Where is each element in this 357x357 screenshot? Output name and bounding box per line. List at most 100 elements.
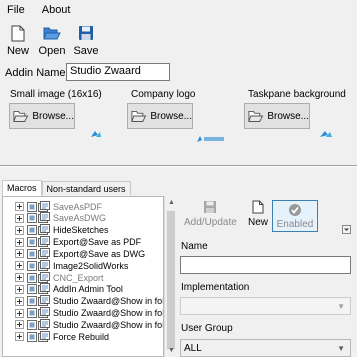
macro-label: Export@Save as DWG [53, 248, 146, 259]
expand-icon[interactable] [15, 213, 24, 223]
menu-about[interactable]: About [42, 4, 71, 16]
expand-icon[interactable] [15, 261, 24, 271]
macro-icon [38, 200, 50, 213]
list-item[interactable]: HideSketches [3, 224, 163, 236]
small-image-browse-button[interactable]: Browse... [9, 103, 75, 129]
tab-strip: Macros Non-standard users [2, 180, 131, 196]
enabled-toggle-button[interactable]: Enabled [272, 200, 318, 232]
implementation-label: Implementation [181, 282, 250, 293]
expand-icon[interactable] [15, 249, 24, 259]
folder-open-icon [43, 24, 61, 42]
implementation-select[interactable]: ▼ [180, 297, 351, 315]
checkbox-icon[interactable] [27, 225, 37, 236]
addin-name-label: Addin Name [5, 67, 66, 79]
macro-icon [38, 295, 50, 307]
list-item[interactable]: Studio Zwaard@Show in fold [3, 307, 163, 319]
checkbox-icon[interactable] [27, 319, 37, 330]
save-disk-icon [77, 24, 95, 42]
macro-label: Studio Zwaard@Show in fold [53, 296, 164, 307]
save-disk-icon [204, 201, 217, 213]
macro-icon [38, 283, 50, 295]
taskpane-background-browse-button[interactable]: Browse... [244, 103, 310, 129]
small-image-preview-icon [91, 131, 101, 137]
expand-icon[interactable] [15, 308, 24, 318]
scroll-up-arrow-icon[interactable]: ▲ [165, 196, 178, 209]
list-item[interactable]: Force Rebuild [3, 330, 163, 343]
add-update-button[interactable]: Add/Update [184, 200, 237, 228]
checkbox-icon[interactable] [27, 213, 37, 224]
tree-scrollbar[interactable]: ▲ ▼ [164, 196, 177, 357]
list-item[interactable]: Image2SolidWorks [3, 259, 163, 271]
expand-icon[interactable] [15, 273, 24, 283]
macro-label: SaveAsPDF [53, 201, 103, 212]
new-button[interactable]: New [2, 22, 34, 58]
macro-label: HideSketches [53, 225, 109, 236]
browse-folder-icon [13, 111, 29, 122]
checkbox-icon[interactable] [27, 331, 37, 342]
checkbox-icon[interactable] [27, 308, 37, 319]
chevron-down-icon: ▼ [337, 302, 345, 311]
company-logo-browse-button[interactable]: Browse... [127, 103, 193, 129]
open-button[interactable]: Open [36, 22, 68, 58]
menu-bar: File About [0, 0, 357, 20]
user-group-label: User Group [181, 323, 233, 334]
expand-icon[interactable] [15, 332, 24, 342]
expand-icon[interactable] [15, 237, 24, 247]
macro-label: Studio Zwaard@Show in fold [53, 319, 164, 330]
checkbox-icon[interactable] [27, 272, 37, 283]
dropdown-menu-icon[interactable] [342, 225, 351, 234]
list-item[interactable]: Studio Zwaard@Show in fold [3, 318, 164, 330]
user-group-select[interactable]: ALL ▼ [180, 339, 351, 357]
expand-icon[interactable] [15, 202, 24, 211]
macro-icon [38, 247, 50, 260]
expand-icon[interactable] [15, 320, 24, 330]
enabled-label: Enabled [276, 219, 314, 230]
check-circle-icon [289, 204, 301, 216]
new-document-icon [9, 24, 27, 42]
list-item[interactable]: SaveAsPDF [3, 200, 163, 213]
main-toolbar: New Open Save [0, 22, 102, 58]
list-item[interactable]: CNC_Export [3, 271, 163, 283]
section-divider [0, 165, 357, 167]
scroll-thumb[interactable] [167, 211, 175, 349]
open-button-label: Open [38, 45, 66, 57]
list-item[interactable]: AddIn Admin Tool [3, 283, 163, 295]
macro-icon [38, 307, 50, 319]
list-item[interactable]: SaveAsDWG [3, 212, 163, 224]
expand-icon[interactable] [15, 225, 24, 235]
list-item[interactable]: Export@Save as DWG [3, 247, 163, 260]
expand-icon[interactable] [15, 284, 24, 294]
checkbox-icon[interactable] [27, 260, 37, 271]
tab-non-standard-users[interactable]: Non-standard users [41, 181, 131, 195]
checkbox-icon[interactable] [27, 201, 37, 212]
macro-tree: SaveAsPDF SaveAsDWG HideSketches Export@Sav… [2, 196, 164, 357]
macro-icon [38, 236, 50, 248]
menu-file[interactable]: File [7, 4, 25, 16]
checkbox-icon[interactable] [27, 237, 37, 248]
add-update-label: Add/Update [184, 217, 237, 228]
name-label: Name [181, 241, 208, 252]
scroll-down-arrow-icon[interactable]: ▼ [165, 344, 178, 357]
new-macro-label: New [248, 217, 269, 228]
browse-folder-icon [248, 111, 264, 122]
new-macro-button[interactable]: New [248, 200, 268, 228]
checkbox-icon[interactable] [27, 296, 37, 307]
save-button[interactable]: Save [70, 22, 102, 58]
macro-label: AddIn Admin Tool [53, 284, 123, 295]
browse-folder-icon [131, 111, 147, 122]
macro-icon [38, 330, 50, 343]
checkbox-icon[interactable] [27, 284, 37, 295]
list-item[interactable]: Export@Save as PDF [3, 236, 163, 248]
expand-icon[interactable] [15, 296, 24, 306]
small-image-title: Small image (16x16) [10, 89, 102, 100]
new-button-label: New [6, 45, 29, 57]
list-item[interactable]: Studio Zwaard@Show in fold [3, 295, 164, 307]
macro-label: Force Rebuild [53, 331, 110, 342]
browse-label: Browse... [32, 110, 74, 122]
macro-label: CNC_Export [53, 272, 104, 283]
checkbox-icon[interactable] [27, 248, 37, 259]
name-input[interactable] [180, 256, 351, 274]
macro-label: Image2SolidWorks [53, 260, 129, 271]
addin-name-input[interactable]: Studio Zwaard [66, 63, 170, 81]
tab-macros[interactable]: Macros [2, 180, 42, 196]
